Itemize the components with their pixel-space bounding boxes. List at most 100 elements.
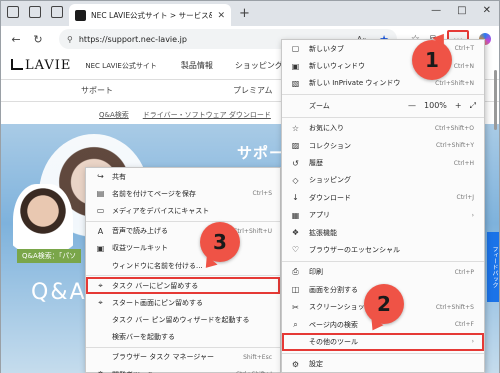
menu-item-label: アプリ: [309, 211, 330, 220]
menu-item-21[interactable]: ⚙ 設定: [282, 356, 484, 373]
shopping-icon: ◇: [292, 175, 299, 185]
lavie-logo[interactable]: LAVIE: [11, 58, 71, 73]
submenu-item-1[interactable]: ▤ 名前を付けてページを保存 Ctrl+S: [86, 185, 280, 202]
active-tab[interactable]: NEC LAVIE公式サイト > サービス&サ ✕: [69, 4, 231, 27]
link-qa-search[interactable]: Q&A検索: [99, 110, 129, 120]
menu-item-10[interactable]: ↓ ダウンロード Ctrl+J: [282, 189, 484, 206]
vertical-tabs-icon[interactable]: [51, 6, 63, 18]
menu-item-label: ブラウザーのエッセンシャル: [309, 245, 400, 254]
hero-title: サポー: [237, 144, 286, 162]
new-window-icon: ▣: [291, 61, 300, 71]
submenu-item-8[interactable]: ⌖ タスク バーにピン留めする: [86, 277, 280, 295]
qa-search-tag[interactable]: Q&A検索：「パソ: [17, 249, 82, 263]
submenu-item-shortcut: Ctrl+S: [252, 190, 272, 198]
menu-item-shortcut: Ctrl+Shift+Y: [435, 142, 474, 150]
submenu-item-13[interactable]: ブラウザー タスク マネージャー Shift+Esc: [86, 349, 280, 366]
new-tab-button[interactable]: +: [239, 6, 250, 21]
step-badge-1: 1: [412, 29, 452, 80]
maximize-button[interactable]: □: [457, 5, 466, 16]
menu-item-label: 履歴: [309, 159, 323, 168]
menu-item-shortcut: Ctrl+N: [453, 62, 474, 70]
zoom-in-button[interactable]: +: [455, 101, 462, 110]
more-tools-submenu: ↪ 共有 ▤ 名前を付けてページを保存 Ctrl+S ▭ メディアをデバイスにキャスト A 音声…: [85, 167, 281, 373]
share-icon: ↪: [97, 172, 104, 182]
menu-item-label: ダウンロード: [309, 193, 351, 202]
menu-item-label: 設定: [309, 360, 323, 369]
submenu-item-5[interactable]: ▣ 収益ツールキット: [86, 240, 280, 257]
menu-item-11[interactable]: ▦ アプリ ›: [282, 207, 484, 224]
menu-item-12[interactable]: ❖ 拡張機能: [282, 224, 484, 241]
menu-separator: [86, 220, 280, 222]
menu-separator: [282, 94, 484, 96]
menu-item-label: 画面を分割する: [309, 285, 358, 294]
menu-item-shortcut: Ctrl+P: [454, 268, 474, 276]
menu-item-1[interactable]: ▣ 新しいウィンドウ Ctrl+N: [282, 57, 484, 74]
submenu-item-14[interactable]: ⚙開発者ツールCtrl+Shift+I: [86, 366, 280, 373]
step-badge-2: 2: [364, 284, 404, 334]
menu-item-2[interactable]: ▧ 新しい InPrivate ウィンドウ Ctrl+Shift+N: [282, 75, 484, 92]
quick-links: Q&A検索 ドライバー・ソフトウェア ダウンロード: [99, 110, 271, 120]
menu-item-9[interactable]: ◇ ショッピング: [282, 172, 484, 189]
refresh-icon[interactable]: ↻: [27, 33, 49, 46]
split-screen-icon: ◫: [291, 285, 300, 295]
menu-item-13[interactable]: ♡ ブラウザーのエッセンシャル: [282, 241, 484, 258]
menu-item-shortcut: Ctrl+T: [454, 45, 474, 53]
menu-item-15[interactable]: ⎙ 印刷 Ctrl+P: [282, 264, 484, 281]
nav-shopping[interactable]: ショッピング: [235, 60, 283, 71]
tab-collections-icon[interactable]: [29, 6, 41, 18]
screenshot-icon: ✂: [292, 302, 299, 312]
new-tab-icon: ▢: [291, 44, 300, 54]
menu-item-8[interactable]: ↺ 履歴 Ctrl+H: [282, 154, 484, 171]
fullscreen-icon[interactable]: ⤢: [470, 101, 476, 111]
site-name[interactable]: NEC LAVIE公式サイト: [85, 61, 156, 71]
menu-item-0[interactable]: ▢ 新しいタブ Ctrl+T: [282, 40, 484, 57]
link-driver-download[interactable]: ドライバー・ソフトウェア ダウンロード: [143, 110, 271, 120]
minimize-button[interactable]: —: [431, 5, 441, 16]
read-aloud-icon: A: [97, 226, 104, 236]
menu-item-19[interactable]: その他のツール ›: [282, 333, 484, 351]
lock-icon[interactable]: ⚲: [67, 35, 73, 44]
menu-item-6[interactable]: ☆ お気に入り Ctrl+Shift+O: [282, 120, 484, 137]
submenu-item-6[interactable]: ウィンドウに名前を付ける...: [86, 257, 280, 274]
menu-separator: [282, 352, 484, 354]
page-scrollbar[interactable]: [493, 60, 498, 360]
nav-products[interactable]: 製品情報: [181, 60, 213, 71]
subnav-support[interactable]: サポート: [81, 85, 113, 96]
submenu-item-9[interactable]: ⌖ スタート画面にピン留めする: [86, 294, 280, 311]
favorites-icon: ☆: [291, 123, 300, 133]
close-tab-icon[interactable]: ✕: [217, 11, 225, 21]
find-icon: ⌕: [293, 319, 298, 329]
subnav-premium[interactable]: プレミアム: [233, 85, 272, 96]
submenu-item-label: ブラウザー タスク マネージャー: [112, 353, 214, 362]
zoom-out-button[interactable]: —: [408, 101, 416, 110]
pin-start-icon: ⌖: [98, 297, 103, 307]
essentials-icon: ♡: [291, 245, 300, 255]
menu-item-shortcut: Ctrl+Shift+N: [435, 79, 474, 87]
inprivate-icon: ▧: [291, 78, 300, 88]
menu-item-label: 新しい InPrivate ウィンドウ: [309, 79, 401, 88]
submenu-item-4[interactable]: A 音声で読み上げる Ctrl+Shift+U: [86, 223, 280, 240]
workspaces-icon[interactable]: [7, 6, 19, 18]
window-controls: — □ ✕: [431, 5, 491, 16]
submenu-item-2[interactable]: ▭ メディアをデバイスにキャスト: [86, 202, 280, 219]
menu-item-label: スクリーンショット: [309, 303, 372, 312]
menu-item-label: 新しいタブ: [309, 44, 344, 53]
zoom-value: 100%: [424, 101, 447, 111]
submenu-item-label: スタート画面にピン留めする: [112, 298, 203, 307]
menu-item-7[interactable]: ▨ コレクション Ctrl+Shift+Y: [282, 137, 484, 154]
submenu-item-label: タスク バーにピン留めする: [112, 281, 199, 290]
tab-title: NEC LAVIE公式サイト > サービス&サ: [91, 11, 213, 20]
submenu-item-0[interactable]: ↪ 共有: [86, 168, 280, 185]
close-window-button[interactable]: ✕: [483, 5, 491, 16]
menu-item-shortcut: Ctrl+J: [456, 194, 474, 202]
submenu-item-11[interactable]: 検索バーを起動する: [86, 329, 280, 346]
history-icon: ↺: [292, 158, 299, 168]
menu-item-shortcut: Ctrl+Shift+S: [435, 303, 474, 311]
menu-item-label: 新しいウィンドウ: [309, 62, 365, 71]
download-icon: ↓: [292, 193, 299, 203]
menu-item-label: ページ内の検索: [309, 320, 358, 329]
menu-item-zoom[interactable]: ズーム — 100% + ⤢: [282, 97, 484, 114]
submenu-item-10[interactable]: タスク バー ピン留めウィザードを起動する: [86, 312, 280, 329]
back-icon[interactable]: ←: [5, 33, 27, 46]
menu-item-label: ショッピング: [309, 176, 351, 185]
